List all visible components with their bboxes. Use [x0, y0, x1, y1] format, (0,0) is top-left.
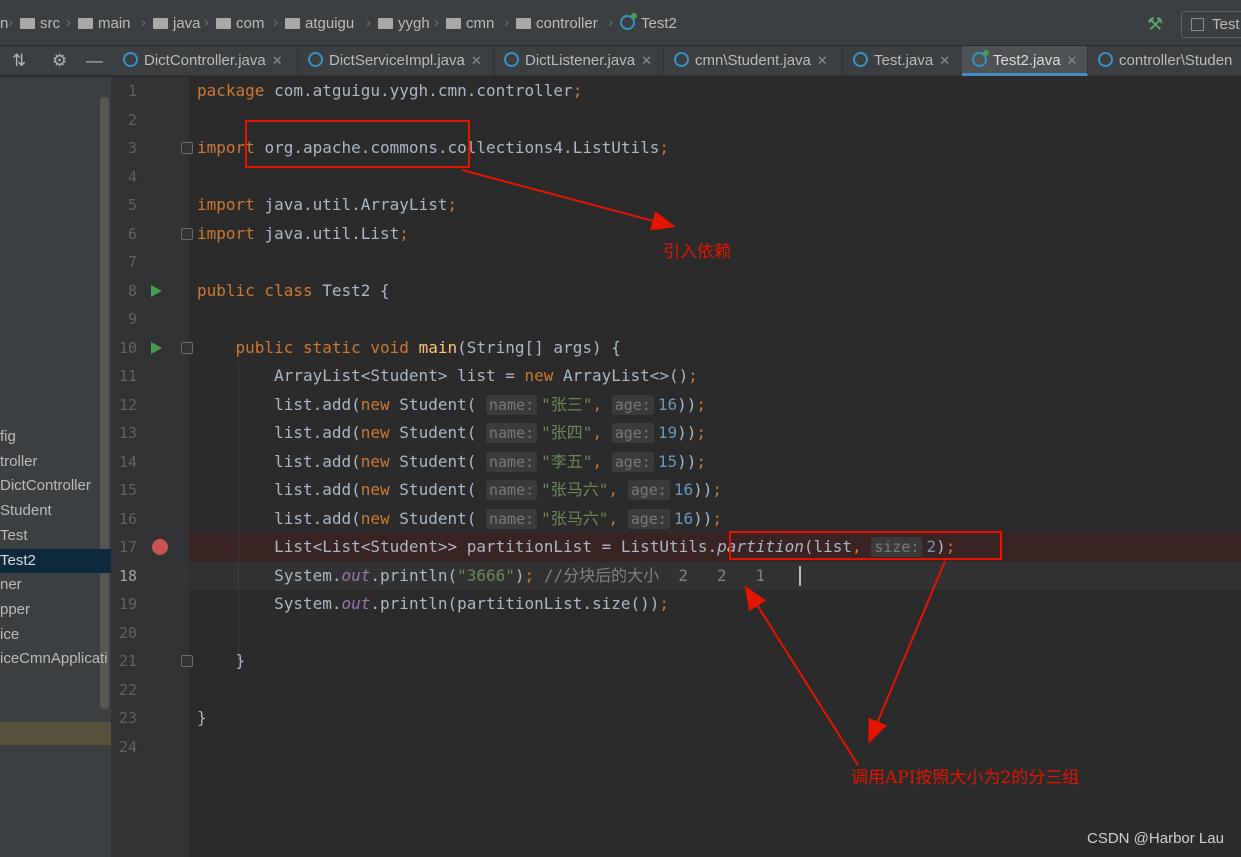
- import-annotation: 引入依赖: [663, 242, 731, 262]
- annotation-arrows: [461, 169, 946, 766]
- watermark: CSDN @Harbor Lau: [1087, 830, 1224, 847]
- partition-annotation: 调用API按照大小为2的分三组: [851, 768, 1080, 788]
